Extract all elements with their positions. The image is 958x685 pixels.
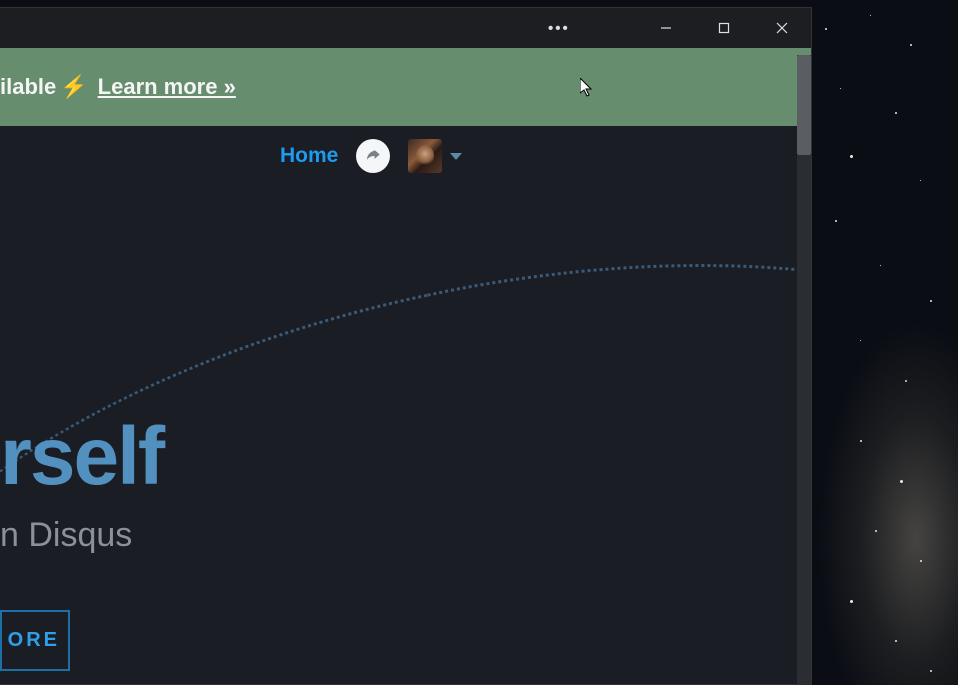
top-nav: Home <box>0 126 811 186</box>
hero-subtitle: n Disqus <box>0 516 132 555</box>
chevron-down-icon <box>450 153 462 160</box>
share-arrow-icon <box>364 147 382 165</box>
banner-text: ilable <box>0 74 56 100</box>
hero-cta-button[interactable]: ORE <box>0 610 70 671</box>
app-window: ••• ilable ⚡ Learn more » Home rself n D… <box>0 7 812 685</box>
lightning-icon: ⚡ <box>60 74 87 100</box>
user-menu-dropdown[interactable] <box>408 139 462 173</box>
scrollbar-thumb[interactable] <box>797 55 811 155</box>
maximize-button[interactable] <box>695 8 753 48</box>
window-titlebar: ••• <box>0 8 811 48</box>
announcement-banner: ilable ⚡ Learn more » <box>0 48 811 126</box>
milky-way-glow <box>818 320 958 685</box>
more-options-button[interactable]: ••• <box>0 20 570 37</box>
messages-icon[interactable] <box>356 139 390 173</box>
home-link[interactable]: Home <box>280 144 338 168</box>
hero-title: rself <box>0 410 163 504</box>
main-content: rself n Disqus ORE <box>0 186 811 684</box>
vertical-scrollbar[interactable] <box>797 55 811 685</box>
close-button[interactable] <box>753 8 811 48</box>
user-avatar <box>408 139 442 173</box>
learn-more-link[interactable]: Learn more » <box>98 74 236 100</box>
minimize-button[interactable] <box>637 8 695 48</box>
